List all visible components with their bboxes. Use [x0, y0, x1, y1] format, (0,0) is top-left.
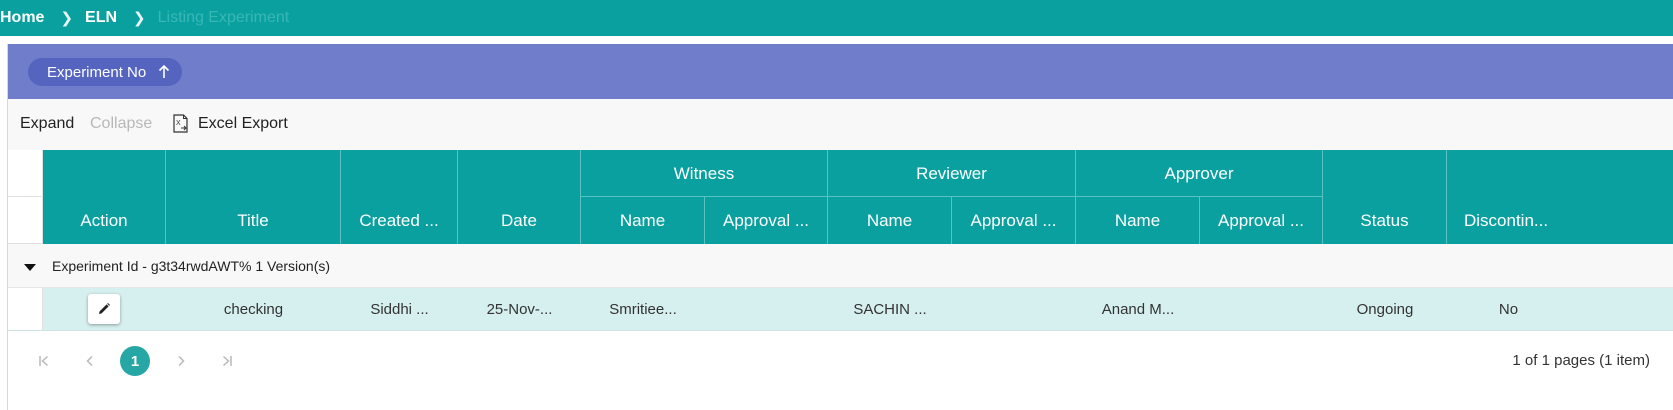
group-chip-experiment-no[interactable]: Experiment No [28, 58, 183, 86]
last-page-icon [222, 355, 232, 367]
cell-status: Ongoing [1356, 300, 1414, 318]
column-band-witness: Witness [581, 150, 828, 197]
column-header-action[interactable]: Action [43, 150, 166, 244]
column-header-discontinued[interactable]: Discontin... [1447, 150, 1673, 244]
column-band-approver: Approver [1076, 150, 1323, 197]
edit-button[interactable] [88, 294, 120, 324]
column-band-reviewer: Reviewer [828, 150, 1076, 197]
group-row-label: Experiment Id - g3t34rwdAWT% 1 Version(s… [52, 258, 331, 274]
first-page-button[interactable] [29, 346, 59, 376]
last-page-button[interactable] [212, 346, 242, 376]
sort-ascending-icon[interactable] [158, 65, 170, 79]
cell-witness-approval [705, 288, 828, 330]
breadcrumb-current: Listing Experiment [157, 9, 290, 26]
cell-approver-approval [1200, 288, 1323, 330]
group-chip-label: Experiment No [47, 63, 147, 81]
grid-toolbar: Expand Collapse X Excel Export [8, 99, 1673, 151]
group-row[interactable]: Experiment Id - g3t34rwdAWT% 1 Version(s… [8, 244, 1673, 288]
breadcrumb: Home ❯ ELN ❯ Listing Experiment [0, 0, 289, 36]
column-header-date[interactable]: Date [458, 150, 581, 244]
column-header-reviewer-approval[interactable]: Approval ... [952, 197, 1076, 244]
grid-header: Action Title Created ... Date Witness Na… [8, 150, 1673, 244]
cell-date: 25-Nov-... [486, 300, 553, 318]
first-page-icon [39, 355, 49, 367]
column-header-reviewer-name[interactable]: Name [828, 197, 952, 244]
page-info: 1 of 1 pages (1 item) [1512, 352, 1650, 369]
breadcrumb-home[interactable]: Home [0, 9, 44, 27]
expand-button[interactable]: Expand [20, 115, 74, 133]
chevron-right-icon: ❯ [60, 10, 74, 27]
cell-created: Siddhi ... [370, 300, 429, 318]
column-header-status[interactable]: Status [1323, 150, 1447, 244]
column-header-created[interactable]: Created ... [341, 150, 458, 244]
chevron-left-icon [86, 355, 93, 367]
column-header-witness-name[interactable]: Name [581, 197, 705, 244]
top-bar: Home ❯ ELN ❯ Listing Experiment [0, 0, 1673, 36]
cell-approver-name: Anand M... [1101, 300, 1175, 318]
chevron-right-icon [178, 355, 185, 367]
previous-page-button[interactable] [75, 346, 105, 376]
data-grid: Experiment No Expand Collapse X Excel Ex… [7, 44, 1673, 410]
page-number-button[interactable]: 1 [120, 346, 150, 376]
excel-file-icon[interactable]: X [173, 114, 189, 133]
next-page-button[interactable] [166, 346, 196, 376]
column-header-approver-name[interactable]: Name [1076, 197, 1200, 244]
column-header-title[interactable]: Title [166, 150, 341, 244]
column-header-witness-approval[interactable]: Approval ... [705, 197, 828, 244]
header-indent-bottom [8, 197, 43, 244]
row-indent [8, 288, 43, 330]
collapse-caret-icon[interactable] [24, 264, 36, 271]
header-indent-top [8, 150, 43, 197]
column-header-approver-approval[interactable]: Approval ... [1200, 197, 1323, 244]
svg-text:X: X [176, 120, 181, 127]
pencil-icon [99, 303, 110, 314]
table-row[interactable]: checking Siddhi ... 25-Nov-... Smritiee.… [8, 288, 1673, 331]
collapse-button[interactable]: Collapse [90, 115, 152, 133]
cell-title: checking [223, 300, 284, 318]
breadcrumb-eln[interactable]: ELN [85, 9, 117, 27]
cell-reviewer-approval [952, 288, 1076, 330]
header-band-divider [581, 196, 1323, 197]
cell-witness-name: Smritiee... [609, 300, 677, 318]
group-panel: Experiment No [8, 44, 1673, 99]
cell-reviewer-name: SACHIN ... [853, 300, 927, 318]
chevron-right-icon: ❯ [133, 10, 146, 27]
cell-discontinued: No [1498, 300, 1519, 318]
excel-export-button[interactable]: Excel Export [198, 115, 288, 133]
pager: 1 1 of 1 pages (1 item) [8, 339, 1673, 379]
